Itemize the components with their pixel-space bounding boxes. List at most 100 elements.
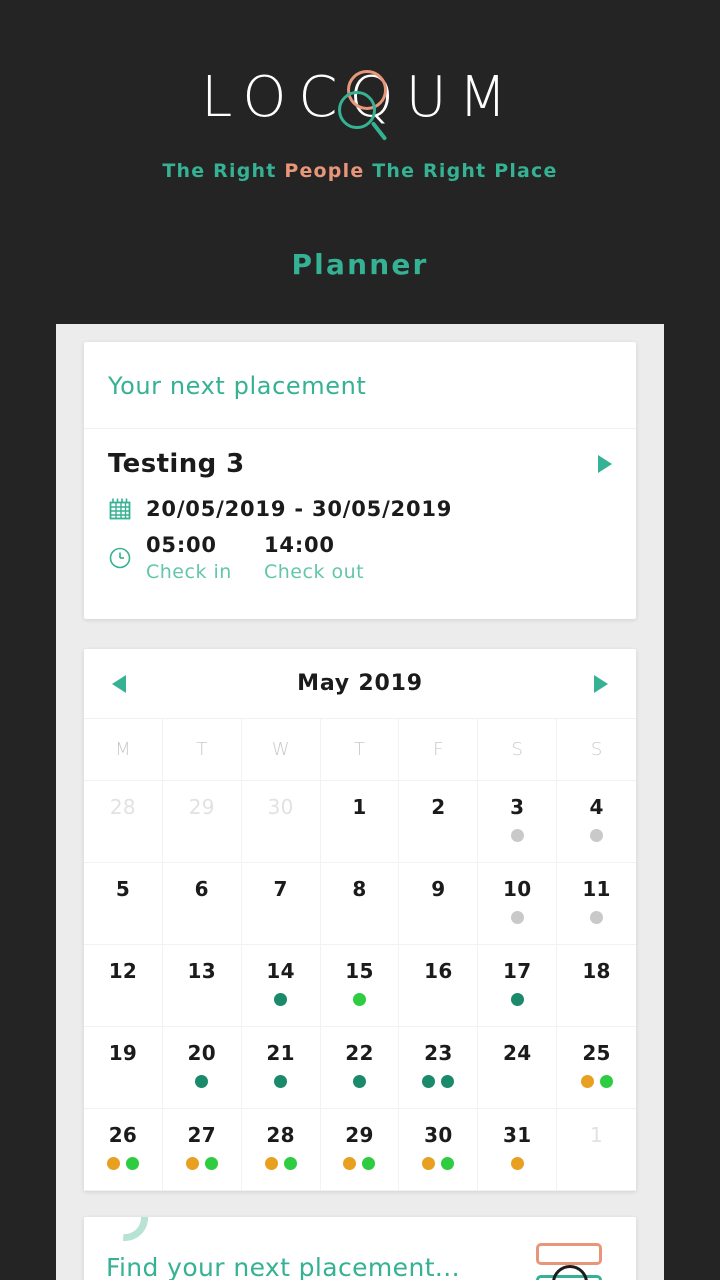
- triangle-right-icon[interactable]: [593, 674, 608, 693]
- calendar-day-dots: [590, 911, 604, 924]
- calendar-day-cell[interactable]: 5: [84, 863, 163, 945]
- calendar-day-number: 8: [352, 877, 367, 901]
- calendar-dot-green: [362, 1157, 376, 1170]
- calendar-day-dots: [422, 1157, 455, 1170]
- calendar-weekday-5: S: [478, 719, 558, 781]
- calendar-day-cell[interactable]: 12: [84, 945, 163, 1027]
- placement-times-values: 05:00 14:00: [146, 533, 382, 557]
- calendar-day-number: 9: [431, 877, 446, 901]
- calendar-day-number: 18: [582, 959, 611, 983]
- calendar-dot-orange: [106, 1157, 120, 1170]
- calendar-day-number: 12: [108, 959, 138, 983]
- calendar-day-number: 14: [266, 959, 295, 983]
- planner-screen: LOCQUM The Right People The Right Place …: [0, 0, 720, 1280]
- calendar-day-cell[interactable]: 10: [478, 863, 558, 945]
- calendar-day-number: 26: [108, 1123, 138, 1147]
- calendar-day-number: 1: [352, 795, 367, 819]
- calendar-day-cell[interactable]: 6: [162, 863, 242, 945]
- calendar-dot-orange: [343, 1157, 357, 1170]
- calendar-day-number: 30: [267, 795, 294, 819]
- calendar-day-number: 17: [502, 959, 532, 983]
- calendar-day-cell[interactable]: 16: [399, 945, 479, 1027]
- triangle-left-icon[interactable]: [112, 674, 126, 693]
- calendar-day-cell[interactable]: 13: [162, 945, 242, 1027]
- placement-name: Testing 3: [108, 449, 245, 479]
- calendar-day-number: 3: [510, 795, 525, 819]
- calendar-day-dots: [510, 911, 524, 924]
- calendar-day-number: 27: [187, 1123, 216, 1147]
- calendar-day-cell[interactable]: 4: [557, 781, 636, 863]
- calendar-day-cell[interactable]: 11: [557, 863, 636, 945]
- calendar-day-cell: 1: [557, 1109, 636, 1191]
- calendar-dot-teal: [274, 993, 288, 1006]
- calendar-day-dots: [580, 1075, 613, 1088]
- calendar-day-cell[interactable]: 21: [241, 1027, 321, 1109]
- calendar-day-dots: [422, 1075, 455, 1088]
- decorative-arc-icon: [92, 1217, 158, 1251]
- calendar-dot-orange: [264, 1157, 278, 1170]
- calendar-day-number: 16: [424, 959, 453, 983]
- calendar-day-cell[interactable]: 8: [320, 863, 400, 945]
- calendar-day-cell[interactable]: 26: [84, 1109, 163, 1191]
- check-out-label[interactable]: Check out: [264, 561, 382, 583]
- page-title: Planner: [291, 248, 429, 281]
- placement-date-range: 20/05/2019 - 30/05/2019: [146, 497, 453, 521]
- calendar-day-number: 30: [424, 1123, 453, 1147]
- calendar-day-dots: [106, 1157, 139, 1170]
- calendar-day-cell[interactable]: 15: [320, 945, 400, 1027]
- calendar-day-dots: [264, 1157, 297, 1170]
- calendar-day-cell[interactable]: 2: [399, 781, 479, 863]
- calendar-day-dots: [510, 829, 524, 842]
- calendar-day-cell[interactable]: 3: [478, 781, 558, 863]
- calendar-day-cell[interactable]: 14: [241, 945, 321, 1027]
- placement-times: 05:00 14:00 Check in Check out: [146, 533, 382, 583]
- triangle-right-icon[interactable]: [598, 455, 612, 473]
- calendar-day-dots: [195, 1075, 209, 1088]
- calendar-day-cell: 30: [241, 781, 321, 863]
- placement-title-row: Testing 3: [108, 449, 612, 479]
- calendar-card: May 2019 MTWTFSS 28 29 30 1 2 3 4 5 6 7 8 9 10 11 12 13…: [84, 649, 636, 1191]
- calendar-day-dots: [343, 1157, 376, 1170]
- calendar-day-cell[interactable]: 17: [478, 945, 558, 1027]
- calendar-day-number: 21: [266, 1041, 295, 1065]
- calendar-dot-green: [352, 993, 366, 1006]
- next-placement-title: Your next placement: [84, 342, 636, 429]
- tagline-part-1: The Right: [162, 160, 285, 182]
- calendar-day-dots: [352, 1075, 366, 1088]
- calendar-day-cell[interactable]: 25: [557, 1027, 636, 1109]
- calendar-dot-gray: [590, 911, 604, 924]
- calendar-dot-gray: [590, 829, 604, 842]
- calendar-day-cell[interactable]: 20: [162, 1027, 242, 1109]
- calendar-day-number: 28: [109, 795, 136, 819]
- calendar-day-cell[interactable]: 27: [162, 1109, 242, 1191]
- calendar-day-cell[interactable]: 9: [399, 863, 479, 945]
- calendar-day-cell[interactable]: 31: [478, 1109, 558, 1191]
- calendar-day-cell[interactable]: 7: [241, 863, 321, 945]
- check-in-label-column: Check in: [146, 557, 264, 583]
- calendar-day-number: 23: [424, 1041, 453, 1065]
- calendar-day-cell[interactable]: 22: [320, 1027, 400, 1109]
- calendar-day-cell[interactable]: 23: [399, 1027, 479, 1109]
- tagline-part-2: The Right Place: [364, 160, 558, 182]
- calendar-day-number: 11: [582, 877, 611, 901]
- calendar-day-number: 29: [345, 1123, 374, 1147]
- check-in-label[interactable]: Check in: [146, 561, 264, 583]
- calendar-day-cell[interactable]: 28: [241, 1109, 321, 1191]
- brand-header: LOCQUM The Right People The Right Place: [0, 0, 720, 182]
- calendar-day-cell[interactable]: 30: [399, 1109, 479, 1191]
- calendar-day-cell[interactable]: 29: [320, 1109, 400, 1191]
- calendar-day-grid: 28 29 30 1 2 3 4 5 6 7 8 9 10 11 12 13 14 15 16 17 18 19 20 21 2…: [84, 781, 636, 1191]
- calendar-dot-gray: [510, 829, 524, 842]
- calendar-day-dots: [352, 993, 366, 1006]
- calendar-weekday-row: MTWTFSS: [84, 719, 636, 781]
- calendar-day-cell[interactable]: 1: [320, 781, 400, 863]
- calendar-day-number: 5: [115, 877, 131, 901]
- calendar-day-cell[interactable]: 24: [478, 1027, 558, 1109]
- calendar-day-cell: 28: [84, 781, 163, 863]
- locqum-logo: LOCQUM: [201, 62, 519, 141]
- calendar-day-cell[interactable]: 18: [557, 945, 636, 1027]
- find-placement-card[interactable]: Find your next placement...: [84, 1217, 636, 1280]
- calendar-day-number: 1: [590, 1123, 604, 1147]
- calendar-day-cell[interactable]: 19: [84, 1027, 163, 1109]
- next-placement-card[interactable]: Your next placement Testing 3 20/05/2019…: [84, 342, 636, 619]
